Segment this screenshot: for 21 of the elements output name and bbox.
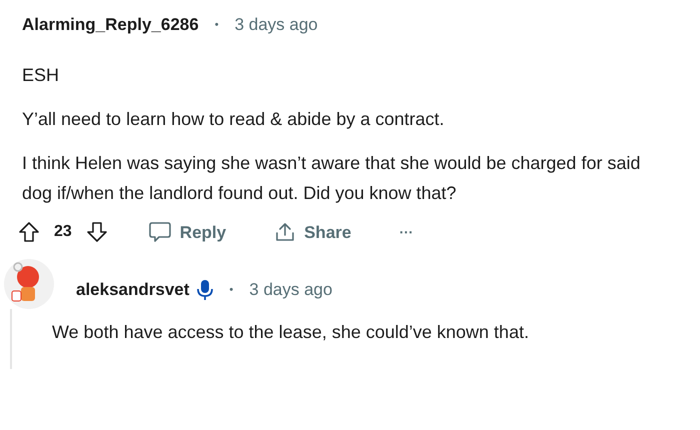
comment-text: ESH xyxy=(22,64,60,86)
reply-button[interactable]: Reply xyxy=(148,220,226,245)
more-options-button[interactable]: ··· xyxy=(399,222,414,243)
reply-text: We both have access to the lease, she could’ve known that. xyxy=(52,321,530,344)
share-icon xyxy=(274,221,296,244)
username[interactable]: aleksandrsvet xyxy=(76,277,190,303)
username[interactable]: Alarming_Reply_6286 xyxy=(22,12,199,38)
share-button[interactable]: Share xyxy=(274,220,352,245)
separator-dot: • xyxy=(214,18,219,32)
downvote-icon xyxy=(86,221,108,244)
speech-bubble-icon xyxy=(148,220,172,244)
separator-dot: • xyxy=(229,282,234,298)
comment-text: Y’all need to learn how to read & abide by a contract. xyxy=(22,108,446,131)
downvote-button[interactable] xyxy=(86,221,108,244)
upvote-button[interactable] xyxy=(18,221,40,244)
comment-text: I think Helen was saying she wasn’t aware that she would be charged for said dog if/when the landlord found out. Did you know that? xyxy=(22,152,642,205)
timestamp: 3 days ago xyxy=(249,279,332,302)
timestamp: 3 days ago xyxy=(234,14,318,36)
vote-count: 23 xyxy=(54,222,72,242)
upvote-icon xyxy=(18,221,40,244)
user-avatar xyxy=(4,259,54,309)
